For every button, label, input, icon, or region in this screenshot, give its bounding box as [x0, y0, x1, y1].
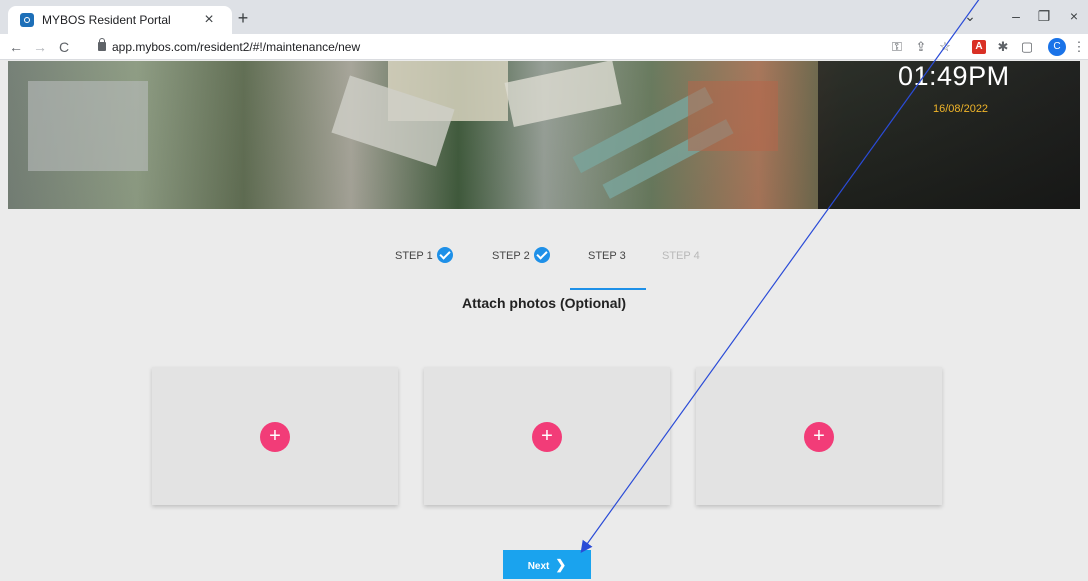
clock-panel: 01:49PM 16/08/2022 [818, 61, 1080, 209]
back-button[interactable]: ← [6, 37, 26, 57]
hero-banner-image: 01:49PM 16/08/2022 [8, 61, 1080, 209]
forward-button[interactable]: → [30, 37, 50, 57]
step-4: STEP 4 [662, 246, 700, 276]
lock-icon[interactable] [98, 38, 106, 51]
add-photo-icon[interactable]: + [804, 422, 834, 452]
add-photo-icon[interactable]: + [532, 422, 562, 452]
extensions-icon[interactable]: ✱ [994, 38, 1012, 56]
page-title: Attach photos (Optional) [461, 295, 627, 311]
share-icon[interactable]: ⇪ [912, 38, 930, 56]
hero-building-shape [504, 61, 622, 127]
step-1[interactable]: STEP 1 [395, 246, 453, 276]
check-circle-icon [436, 247, 453, 264]
clock-date: 16/08/2022 [933, 103, 989, 115]
tab-search-icon[interactable]: ⌄ [958, 6, 982, 26]
step-3-label: STEP 3 [588, 250, 626, 262]
step-2[interactable]: STEP 2 [492, 246, 550, 276]
bookmark-star-icon[interactable]: ☆ [936, 38, 954, 56]
side-panel-icon[interactable]: ▢ [1018, 38, 1036, 56]
browser-tabstrip: MYBOS Resident Portal × + ⌄ – ❐ × [0, 0, 1088, 34]
browser-menu-icon[interactable]: ⋮ [1070, 38, 1088, 56]
photo-slot-3[interactable]: + [696, 367, 942, 505]
browser-tab[interactable]: MYBOS Resident Portal × [8, 6, 232, 34]
address-bar[interactable]: app.mybos.com/resident2/#!/maintenance/n… [112, 40, 360, 54]
close-window-button[interactable]: × [1062, 6, 1086, 26]
chevron-right-icon: ❯ [555, 557, 567, 572]
tab-title: MYBOS Resident Portal [42, 13, 171, 27]
step-2-label: STEP 2 [492, 250, 530, 262]
next-label: Next [527, 561, 550, 572]
new-tab-button[interactable]: + [232, 8, 254, 30]
restore-button[interactable]: ❐ [1032, 6, 1056, 26]
browser-toolbar: ← → C app.mybos.com/resident2/#!/mainten… [0, 34, 1088, 60]
step-1-label: STEP 1 [395, 250, 433, 262]
clock-time: 01:49PM [898, 61, 1010, 91]
active-step-indicator [570, 288, 646, 290]
step-4-label: STEP 4 [662, 250, 700, 262]
add-photo-icon[interactable]: + [260, 422, 290, 452]
check-circle-icon [533, 247, 550, 264]
stepper: STEP 1 STEP 2 STEP 3 STEP 4 [390, 246, 710, 292]
next-button[interactable]: Next ❯ [503, 550, 591, 579]
profile-avatar[interactable]: C [1048, 38, 1066, 56]
photo-slot-2[interactable]: + [424, 367, 670, 505]
hero-roof-shape [688, 81, 778, 151]
password-key-icon[interactable]: ⚿ [888, 38, 906, 56]
page-content: 01:49PM 16/08/2022 STEP 1 STEP 2 STEP 3 … [8, 61, 1080, 581]
step-3[interactable]: STEP 3 [588, 246, 626, 276]
hero-building-shape [28, 81, 148, 171]
pdf-extension-icon[interactable]: A [972, 40, 986, 54]
tab-close-icon[interactable]: × [198, 9, 220, 31]
photo-slot-1[interactable]: + [152, 367, 398, 505]
reload-button[interactable]: C [54, 37, 74, 57]
mybos-favicon-icon [20, 13, 34, 27]
minimize-button[interactable]: – [1004, 6, 1028, 26]
